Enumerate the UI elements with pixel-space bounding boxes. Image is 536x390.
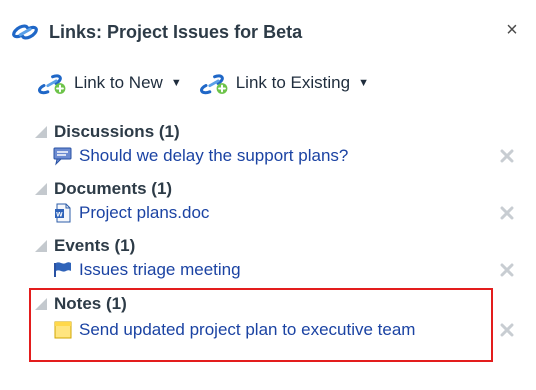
list-item: Send updated project plan to executive t…	[53, 318, 514, 342]
notes-section: Notes (1) Send updated project plan to e…	[35, 294, 514, 342]
discussions-header[interactable]: Discussions (1)	[35, 122, 505, 142]
remove-icon[interactable]	[499, 322, 515, 338]
document-link[interactable]: Project plans.doc	[79, 203, 209, 223]
add-link-icon	[38, 70, 68, 96]
documents-section: Documents (1) w Project plans.doc	[35, 179, 514, 225]
svg-text:w: w	[55, 209, 63, 218]
page-title: Links: Project Issues for Beta	[49, 22, 303, 42]
link-to-existing-button[interactable]: Link to Existing ▼	[199, 70, 369, 96]
triangle-expanded-icon	[35, 240, 47, 252]
close-button[interactable]: ×	[502, 20, 522, 40]
flag-icon	[54, 262, 71, 277]
link-to-new-label: Link to New	[74, 73, 163, 92]
triangle-expanded-icon	[35, 126, 47, 138]
documents-header[interactable]: Documents (1)	[35, 179, 505, 199]
events-section: Events (1) Issues triage meeting	[35, 236, 514, 282]
add-link-icon	[199, 70, 230, 96]
event-link[interactable]: Issues triage meeting	[79, 260, 241, 280]
section-title: Notes (1)	[54, 294, 127, 313]
remove-icon[interactable]	[499, 205, 515, 221]
section-title: Documents (1)	[54, 179, 173, 198]
note-link[interactable]: Send updated project plan to executive t…	[79, 320, 415, 340]
chevron-down-icon: ▼	[170, 76, 182, 89]
remove-icon[interactable]	[499, 148, 515, 164]
chevron-down-icon: ▼	[358, 76, 369, 89]
triangle-expanded-icon	[35, 183, 47, 195]
list-item: Issues triage meeting	[53, 258, 514, 282]
document-icon: w	[55, 203, 71, 223]
remove-icon[interactable]	[499, 262, 515, 278]
triangle-expanded-icon	[35, 298, 47, 310]
panel-header: Links: Project Issues for Beta ×	[12, 20, 522, 48]
links-toolbar: Link to New ▼ Link to Existing ▼	[38, 68, 369, 98]
list-item: Should we delay the support plans?	[53, 144, 514, 168]
events-header[interactable]: Events (1)	[35, 236, 505, 256]
link-to-new-button[interactable]: Link to New ▼	[38, 70, 182, 96]
link-to-existing-label: Link to Existing	[235, 73, 351, 92]
note-icon	[54, 321, 72, 339]
links-panel: Links: Project Issues for Beta × Link to…	[0, 0, 536, 390]
discussions-section: Discussions (1) Should we delay the supp…	[35, 122, 514, 168]
discussion-icon	[53, 147, 72, 166]
section-title: Events (1)	[54, 236, 136, 255]
link-icon	[12, 21, 38, 43]
section-title: Discussions (1)	[54, 122, 180, 141]
notes-header[interactable]: Notes (1)	[35, 294, 505, 314]
list-item: w Project plans.doc	[53, 201, 514, 225]
discussion-link[interactable]: Should we delay the support plans?	[79, 146, 348, 166]
